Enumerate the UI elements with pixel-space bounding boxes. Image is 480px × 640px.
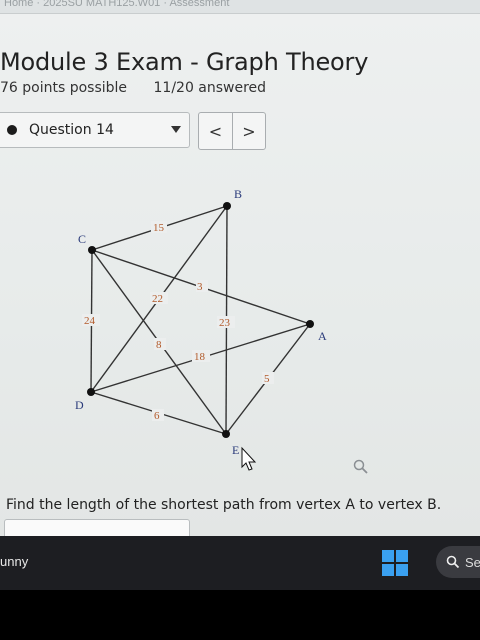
answered-count: 11/20 answered bbox=[153, 80, 267, 96]
edge-weight-label: 18 bbox=[194, 351, 206, 363]
monitor-bezel bbox=[0, 590, 480, 640]
taskbar-weather-text[interactable]: unny bbox=[0, 554, 28, 569]
taskbar-search-button[interactable]: Sea bbox=[436, 546, 480, 578]
vertex-E bbox=[222, 430, 230, 438]
edge-weight-label: 22 bbox=[152, 293, 163, 305]
status-dot-icon bbox=[7, 125, 17, 135]
breadcrumb[interactable]: Home · 2025SU MATH125.W01 · Assessment bbox=[0, 0, 480, 14]
vertex-D bbox=[87, 388, 95, 396]
search-icon bbox=[446, 555, 460, 569]
exam-meta: 76 points possible 11/20 answered bbox=[0, 80, 288, 96]
question-select[interactable]: Question 14 bbox=[0, 112, 190, 148]
edge-weight-label: 15 bbox=[153, 222, 165, 234]
question-select-label: Question 14 bbox=[29, 122, 114, 138]
vertex-label-E: E bbox=[232, 443, 239, 457]
vertex-B bbox=[223, 202, 231, 210]
windows-start-icon[interactable] bbox=[382, 550, 408, 576]
magnifier-icon[interactable] bbox=[352, 458, 370, 476]
question-pager: < > bbox=[198, 112, 266, 150]
edge-weight-label: 24 bbox=[84, 315, 96, 327]
answer-input[interactable] bbox=[4, 519, 190, 536]
vertex-label-D: D bbox=[75, 398, 84, 412]
page-title: Module 3 Exam - Graph Theory bbox=[0, 48, 369, 76]
mouse-cursor-icon bbox=[241, 446, 257, 471]
vertex-label-A: A bbox=[318, 329, 327, 343]
next-question-button[interactable]: > bbox=[231, 113, 265, 149]
edge-weight-label: 5 bbox=[264, 373, 270, 385]
vertex-A bbox=[306, 320, 314, 328]
edge-weight-label: 3 bbox=[197, 281, 203, 293]
vertex-label-B: B bbox=[234, 187, 242, 201]
vertex-label-C: C bbox=[78, 232, 86, 246]
caret-down-icon bbox=[171, 126, 181, 133]
points-possible: 76 points possible bbox=[0, 80, 128, 96]
vertex-C bbox=[88, 246, 96, 254]
question-prompt: Find the length of the shortest path fro… bbox=[6, 497, 442, 513]
taskbar: unny Sea bbox=[0, 536, 480, 590]
edge-weight-label: 23 bbox=[219, 317, 231, 329]
previous-question-button[interactable]: < bbox=[199, 113, 232, 149]
edge-weight-label: 8 bbox=[156, 339, 162, 351]
browser-viewport: Home · 2025SU MATH125.W01 · Assessment M… bbox=[0, 0, 480, 536]
weighted-graph: 15 3 24 8 22 23 18 6 5 B C A D E bbox=[75, 187, 327, 471]
search-label: Sea bbox=[465, 554, 480, 570]
edge-weight-label: 6 bbox=[154, 410, 160, 422]
